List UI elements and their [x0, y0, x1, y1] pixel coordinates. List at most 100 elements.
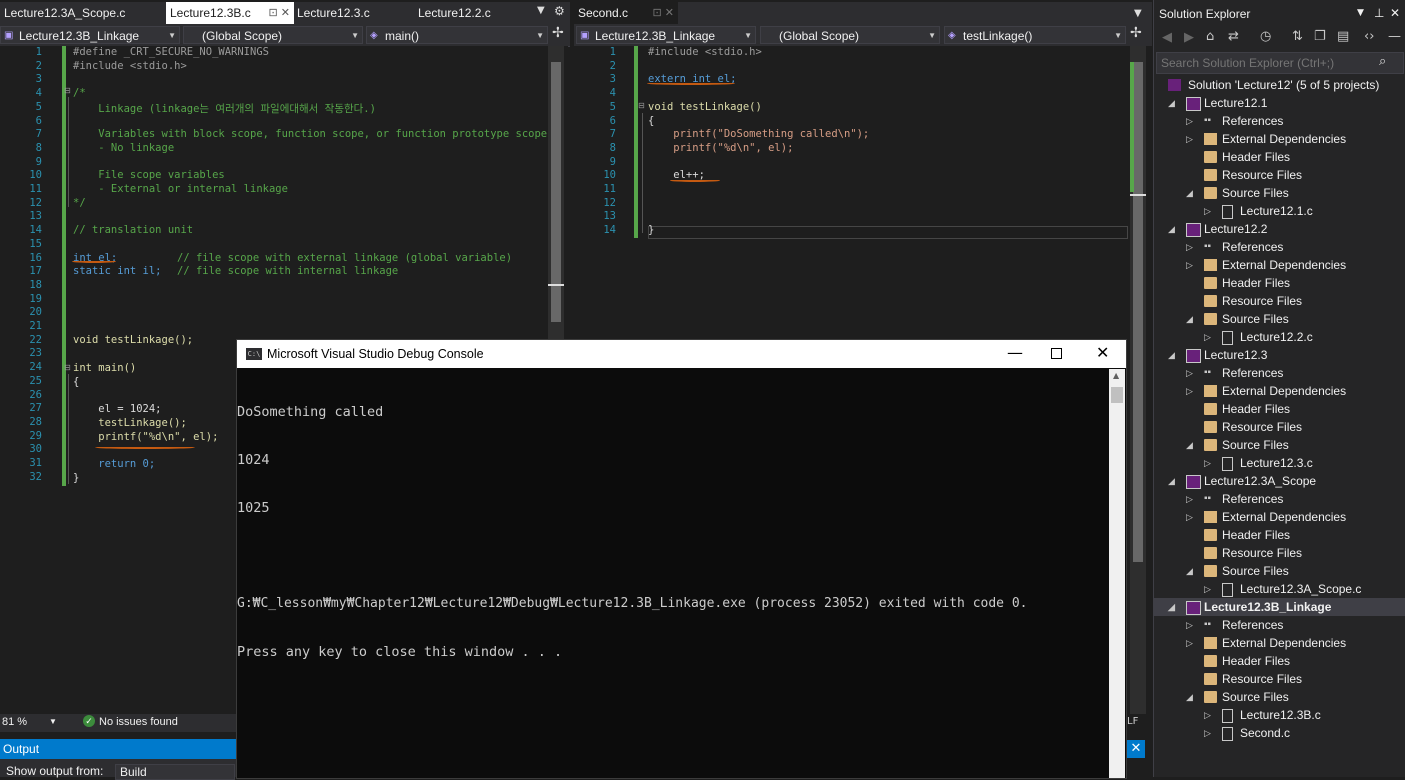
collapse-icon[interactable]: ⊟ [64, 86, 71, 95]
console-scrollbar[interactable]: ▲ [1109, 369, 1125, 778]
collapse-all-icon[interactable]: ❐ [1314, 29, 1326, 44]
project-node[interactable]: ◢ Lecture12.3A_Scope [1154, 472, 1405, 490]
folder-node[interactable]: ▷ ▪▪ References [1154, 490, 1405, 508]
folder-node[interactable]: ◢ Source Files [1154, 688, 1405, 706]
folder-node[interactable]: Header Files [1154, 652, 1405, 670]
close-icon[interactable]: ⊡ ✕ [269, 2, 291, 24]
folder-node[interactable]: ▷ External Dependencies [1154, 256, 1405, 274]
output-source-select[interactable]: Build [115, 764, 235, 780]
back-icon[interactable]: ◀ [1162, 30, 1172, 45]
pin-icon[interactable]: ⊥ [1374, 6, 1384, 20]
tab-lecture12-2[interactable]: Lecture12.2.c [414, 2, 536, 24]
tab-dropdown-icon[interactable]: ▼ [1134, 8, 1142, 19]
issues-status[interactable]: No issues found [99, 716, 178, 728]
expanded-arrow-icon[interactable]: ◢ [1186, 184, 1193, 202]
tab-dropdown-icon[interactable]: ▼ [537, 5, 545, 16]
solution-search-box[interactable]: ⌕ [1156, 52, 1404, 74]
show-all-files-icon[interactable]: ▤ [1337, 29, 1349, 44]
collapsed-arrow-icon[interactable]: ▷ [1186, 490, 1193, 508]
folder-node[interactable]: Resource Files [1154, 418, 1405, 436]
expanded-arrow-icon[interactable]: ◢ [1186, 688, 1193, 706]
file-node[interactable]: ▷ Lecture12.3A_Scope.c [1154, 580, 1405, 598]
collapsed-arrow-icon[interactable]: ▷ [1186, 238, 1193, 256]
collapsed-arrow-icon[interactable]: ▷ [1204, 202, 1211, 220]
right-editor-scrollbar[interactable] [1130, 46, 1146, 714]
file-node[interactable]: ▷ Lecture12.3B.c [1154, 706, 1405, 724]
code-view-icon[interactable]: ‹› [1364, 29, 1374, 44]
folder-node[interactable]: ▷ External Dependencies [1154, 508, 1405, 526]
file-node[interactable]: ▷ Lecture12.2.c [1154, 328, 1405, 346]
collapsed-arrow-icon[interactable]: ▷ [1186, 616, 1193, 634]
console-title-bar[interactable]: C:\ Microsoft Visual Studio Debug Consol… [237, 340, 1126, 368]
collapsed-arrow-icon[interactable]: ▷ [1186, 130, 1193, 148]
project-node[interactable]: ◢ Lecture12.3 [1154, 346, 1405, 364]
expanded-arrow-icon[interactable]: ◢ [1186, 562, 1193, 580]
tab-lecture12-3[interactable]: Lecture12.3.c [293, 2, 415, 24]
member-combo[interactable]: ◈ main() ▼ [366, 26, 548, 44]
sync-icon[interactable]: ⇅ [1292, 29, 1303, 44]
scrollbar-thumb[interactable] [1111, 387, 1123, 403]
tab-lecture12-3b[interactable]: Lecture12.3B.c ⊡ ✕ [166, 2, 294, 24]
scope-combo[interactable]: (Global Scope) ▼ [183, 26, 363, 44]
close-icon[interactable]: ✕ [1096, 343, 1109, 362]
tab-second-c[interactable]: Second.c ⊡ ✕ [574, 2, 678, 24]
expanded-arrow-icon[interactable]: ◢ [1186, 436, 1193, 454]
history-icon[interactable]: ◷ [1260, 29, 1271, 44]
project-node[interactable]: ◢ Lecture12.2 [1154, 220, 1405, 238]
minimize-icon[interactable]: — [1007, 343, 1023, 362]
search-input[interactable] [1159, 54, 1378, 72]
expanded-arrow-icon[interactable]: ◢ [1168, 346, 1175, 364]
folder-node[interactable]: Header Files [1154, 526, 1405, 544]
folder-node[interactable]: Header Files [1154, 400, 1405, 418]
maximize-icon[interactable] [1051, 348, 1062, 359]
collapsed-arrow-icon[interactable]: ▷ [1204, 706, 1211, 724]
gear-icon[interactable]: ⚙ [554, 4, 565, 18]
zoom-level[interactable]: 81 % [2, 716, 27, 728]
scrollbar-thumb[interactable] [551, 62, 561, 322]
debug-console-window[interactable]: C:\ Microsoft Visual Studio Debug Consol… [236, 339, 1127, 779]
expanded-arrow-icon[interactable]: ◢ [1168, 94, 1175, 112]
folder-node[interactable]: Resource Files [1154, 670, 1405, 688]
folder-node[interactable]: ▷ ▪▪ References [1154, 616, 1405, 634]
line-ending-indicator[interactable]: LF [1127, 716, 1138, 727]
switch-views-icon[interactable]: ⇄ [1228, 29, 1239, 44]
project-combo[interactable]: ▣ Lecture12.3B_Linkage ▼ [0, 26, 180, 44]
collapsed-arrow-icon[interactable]: ▷ [1204, 724, 1211, 742]
member-combo[interactable]: ◈ testLinkage() ▼ [944, 26, 1126, 44]
project-node[interactable]: ◢ Lecture12.3B_Linkage [1154, 598, 1405, 616]
split-icon[interactable]: ✢ [1130, 25, 1142, 41]
file-node[interactable]: ▷ Lecture12.1.c [1154, 202, 1405, 220]
folder-node[interactable]: ◢ Source Files [1154, 184, 1405, 202]
file-node[interactable]: ▷ Second.c [1154, 724, 1405, 742]
collapsed-arrow-icon[interactable]: ▷ [1186, 256, 1193, 274]
folder-node[interactable]: Header Files [1154, 148, 1405, 166]
collapse-icon[interactable]: ⊟ [64, 363, 71, 372]
collapsed-arrow-icon[interactable]: ▷ [1186, 508, 1193, 526]
dropdown-icon[interactable]: ▼ [1357, 8, 1364, 18]
wrench-icon[interactable]: — [1388, 29, 1401, 44]
close-icon[interactable]: ✕ [1390, 6, 1400, 20]
solution-node[interactable]: Solution 'Lecture12' (5 of 5 projects) [1154, 76, 1405, 94]
expanded-arrow-icon[interactable]: ◢ [1168, 598, 1175, 616]
expanded-arrow-icon[interactable]: ◢ [1168, 220, 1175, 238]
home-icon[interactable]: ⌂ [1206, 29, 1214, 44]
search-icon[interactable]: ⌕ [1379, 54, 1386, 69]
folder-node[interactable]: Resource Files [1154, 292, 1405, 310]
collapsed-arrow-icon[interactable]: ▷ [1186, 634, 1193, 652]
folder-node[interactable]: ▷ ▪▪ References [1154, 364, 1405, 382]
folder-node[interactable]: ▷ ▪▪ References [1154, 238, 1405, 256]
collapsed-arrow-icon[interactable]: ▷ [1186, 382, 1193, 400]
folder-node[interactable]: Resource Files [1154, 166, 1405, 184]
close-icon[interactable]: ⊡ ✕ [653, 2, 675, 24]
folder-node[interactable]: ▷ External Dependencies [1154, 634, 1405, 652]
scroll-up-icon[interactable]: ▲ [1113, 371, 1119, 380]
folder-node[interactable]: ◢ Source Files [1154, 310, 1405, 328]
folder-node[interactable]: ▷ External Dependencies [1154, 382, 1405, 400]
folder-node[interactable]: ▷ External Dependencies [1154, 130, 1405, 148]
collapse-icon[interactable]: ⊟ [638, 101, 645, 110]
folder-node[interactable]: ◢ Source Files [1154, 562, 1405, 580]
tab-lecture12-3a-scope[interactable]: Lecture12.3A_Scope.c [0, 2, 164, 24]
close-icon[interactable]: ✕ [1127, 740, 1145, 758]
expanded-arrow-icon[interactable]: ◢ [1186, 310, 1193, 328]
folder-node[interactable]: Header Files [1154, 274, 1405, 292]
